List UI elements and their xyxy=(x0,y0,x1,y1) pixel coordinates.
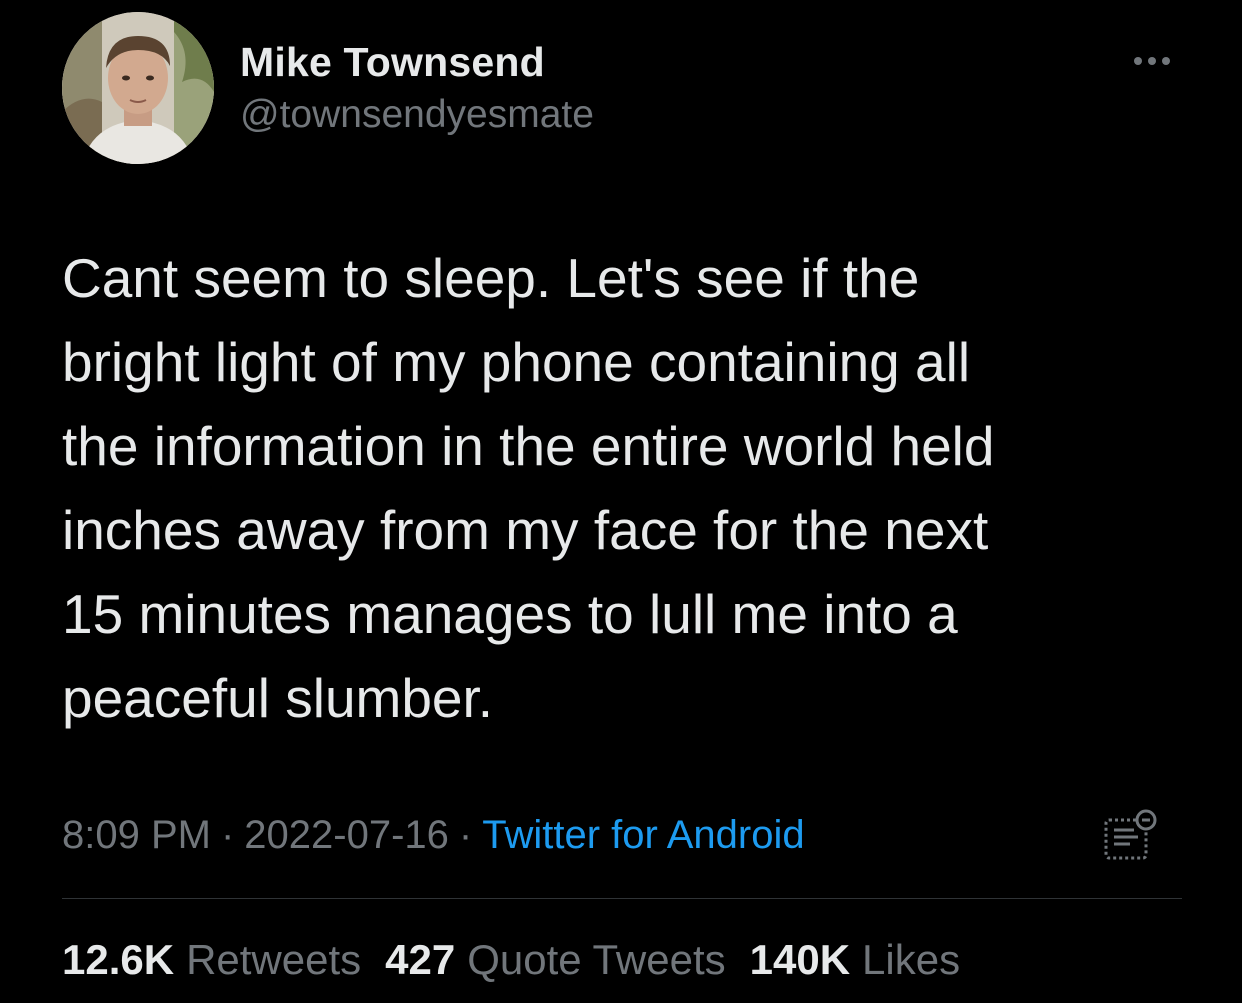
tweet-source-link[interactable]: Twitter for Android xyxy=(482,813,804,857)
analytics-button[interactable] xyxy=(1100,806,1162,864)
tweet-date[interactable]: 2022-07-16 xyxy=(244,813,449,857)
tweet-meta: 8:09 PM · 2022-07-16 · Twitter for Android xyxy=(62,810,805,860)
meta-separator: · xyxy=(458,813,473,857)
likes-stat[interactable]: 140K Likes xyxy=(750,934,960,986)
author-info[interactable]: Mike Townsend @townsendyesmate xyxy=(240,38,594,138)
more-options-button[interactable] xyxy=(1122,46,1182,76)
meta-separator: · xyxy=(220,813,235,857)
user-handle[interactable]: @townsendyesmate xyxy=(240,92,594,138)
quote-tweets-count: 427 xyxy=(385,936,456,983)
retweets-count: 12.6K xyxy=(62,936,175,983)
quote-tweets-stat[interactable]: 427 Quote Tweets xyxy=(385,934,725,986)
tweet-detail: Mike Townsend @townsendyesmate Cant seem… xyxy=(0,0,1242,1003)
profile-photo-icon xyxy=(62,12,214,164)
more-icon xyxy=(1134,57,1170,65)
display-name[interactable]: Mike Townsend xyxy=(240,38,594,86)
retweets-label: Retweets xyxy=(186,936,362,983)
tweet-text: Cant seem to sleep. Let's see if the bri… xyxy=(62,247,995,729)
tweet-time[interactable]: 8:09 PM xyxy=(62,813,211,857)
analytics-icon xyxy=(1104,809,1157,860)
divider xyxy=(62,898,1182,899)
likes-label: Likes xyxy=(862,936,961,983)
retweets-stat[interactable]: 12.6K Retweets xyxy=(62,934,361,986)
tweet-stats: 12.6K Retweets 427 Quote Tweets 140K Likes xyxy=(62,934,984,986)
likes-count: 140K xyxy=(749,936,851,983)
quote-tweets-label: Quote Tweets xyxy=(467,936,726,983)
avatar[interactable] xyxy=(62,12,214,164)
